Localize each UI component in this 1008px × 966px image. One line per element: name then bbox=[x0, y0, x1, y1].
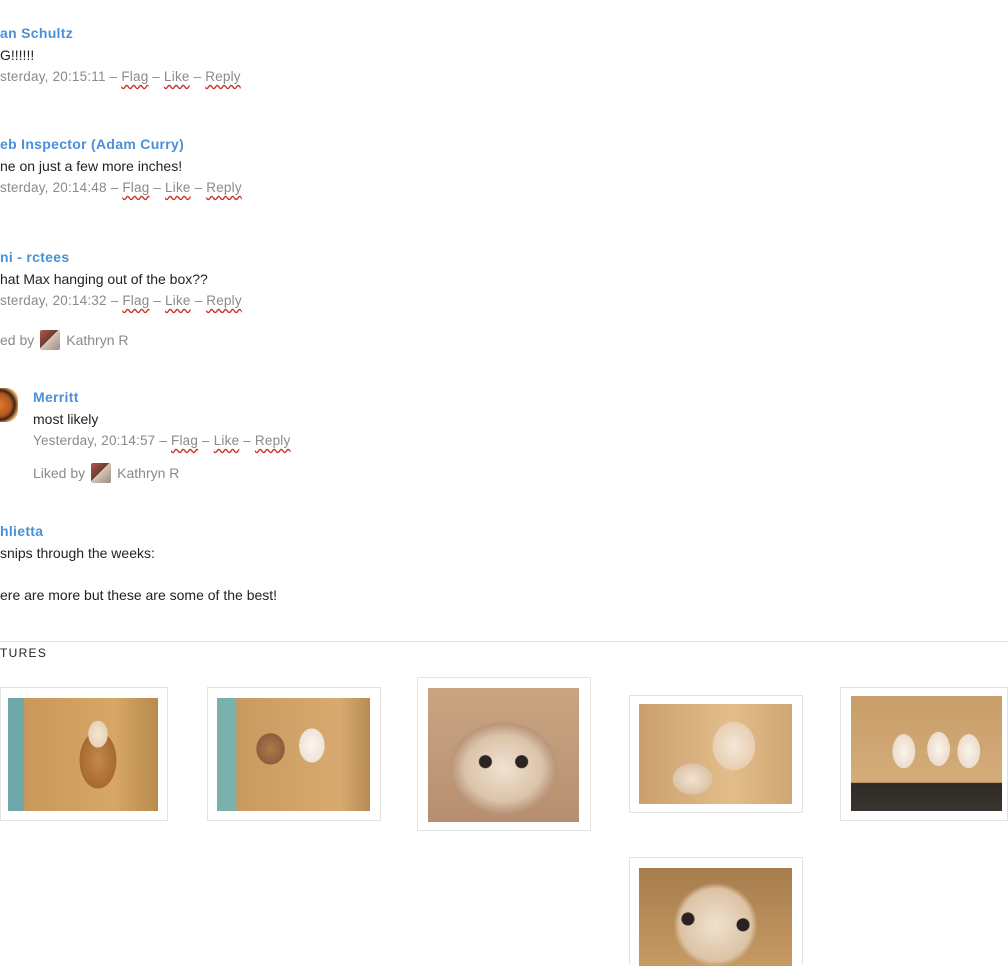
avatar[interactable] bbox=[91, 463, 112, 483]
comment-author[interactable]: ni - rctees bbox=[0, 246, 242, 268]
flag-link[interactable]: Flag bbox=[121, 69, 148, 84]
separator: – bbox=[193, 69, 202, 84]
reply-link[interactable]: Reply bbox=[206, 293, 242, 308]
separator: – bbox=[152, 69, 161, 84]
liked-by: Liked by Kathryn R bbox=[33, 463, 179, 483]
picture-thumbnail[interactable] bbox=[840, 687, 1008, 821]
avatar[interactable] bbox=[40, 330, 61, 350]
owl-photo bbox=[217, 698, 370, 811]
picture-thumbnail[interactable] bbox=[417, 677, 591, 831]
separator: – bbox=[243, 433, 251, 448]
comment: eb Inspector (Adam Curry) ne on just a f… bbox=[0, 133, 242, 199]
liked-by-label: Liked by bbox=[33, 465, 86, 481]
owl-photo bbox=[639, 704, 792, 804]
comment-text: G!!!!!! bbox=[0, 47, 35, 63]
separator: – bbox=[110, 293, 119, 308]
liked-by-user[interactable]: Kathryn R bbox=[117, 465, 179, 481]
comment-timestamp: Yesterday, 20:14:57 bbox=[33, 433, 156, 448]
comment-meta: sterday, 20:14:32 – Flag – Like – Reply bbox=[0, 290, 242, 312]
picture-thumbnail[interactable] bbox=[629, 857, 803, 966]
owl-photo bbox=[851, 696, 1002, 811]
comment-text: ne on just a few more inches! bbox=[0, 158, 183, 174]
comment-timestamp: sterday, 20:14:32 bbox=[0, 293, 107, 308]
pictures-heading: TURES bbox=[0, 646, 48, 660]
comment-meta: sterday, 20:14:48 – Flag – Like – Reply bbox=[0, 177, 242, 199]
reply-link[interactable]: Reply bbox=[255, 433, 291, 448]
liked-by: ed by Kathryn R bbox=[0, 330, 129, 350]
comment: ni - rctees hat Max hanging out of the b… bbox=[0, 246, 242, 312]
comment-author[interactable]: eb Inspector (Adam Curry) bbox=[0, 133, 242, 155]
comment-text: hat Max hanging out of the box?? bbox=[0, 271, 208, 287]
separator: – bbox=[194, 180, 203, 195]
avatar[interactable] bbox=[0, 388, 18, 422]
comment: an Schultz G!!!!!! sterday, 20:15:11 – F… bbox=[0, 22, 241, 88]
comment-timestamp: sterday, 20:14:48 bbox=[0, 180, 107, 195]
reply-link[interactable]: Reply bbox=[206, 180, 242, 195]
comment-author[interactable]: hlietta bbox=[0, 520, 277, 542]
liked-by-user[interactable]: Kathryn R bbox=[66, 332, 128, 348]
flag-link[interactable]: Flag bbox=[171, 433, 198, 448]
like-link[interactable]: Like bbox=[214, 433, 240, 448]
like-link[interactable]: Like bbox=[165, 293, 191, 308]
comment-author[interactable]: Merritt bbox=[33, 386, 290, 408]
separator: – bbox=[153, 180, 162, 195]
comment-author[interactable]: an Schultz bbox=[0, 22, 241, 44]
separator: – bbox=[153, 293, 162, 308]
picture-thumbnail[interactable] bbox=[629, 695, 803, 813]
comment: hlietta snips through the weeks: ere are… bbox=[0, 520, 277, 606]
separator: – bbox=[110, 180, 119, 195]
comment-meta: sterday, 20:15:11 – Flag – Like – Reply bbox=[0, 66, 241, 88]
separator: – bbox=[159, 433, 168, 448]
flag-link[interactable]: Flag bbox=[122, 293, 149, 308]
comment-text: snips through the weeks: bbox=[0, 545, 155, 561]
picture-thumbnail[interactable] bbox=[0, 687, 168, 821]
owl-photo bbox=[639, 868, 792, 966]
separator: – bbox=[202, 433, 210, 448]
reply-link[interactable]: Reply bbox=[205, 69, 241, 84]
like-link[interactable]: Like bbox=[165, 180, 191, 195]
owl-photo bbox=[428, 688, 579, 822]
picture-thumbnail[interactable] bbox=[207, 687, 381, 821]
comment-timestamp: sterday, 20:15:11 bbox=[0, 69, 106, 84]
divider bbox=[0, 641, 1008, 642]
flag-link[interactable]: Flag bbox=[122, 180, 149, 195]
separator: – bbox=[194, 293, 203, 308]
owl-photo bbox=[8, 698, 158, 811]
comment-text: ere are more but these are some of the b… bbox=[0, 587, 278, 603]
liked-by-label: ed by bbox=[0, 332, 35, 348]
comment-reply: Merritt most likely Yesterday, 20:14:57 … bbox=[33, 386, 290, 452]
comment-text: most likely bbox=[33, 411, 99, 427]
separator: – bbox=[109, 69, 118, 84]
comment-meta: Yesterday, 20:14:57 – Flag – Like – Repl… bbox=[33, 430, 290, 452]
like-link[interactable]: Like bbox=[164, 69, 190, 84]
